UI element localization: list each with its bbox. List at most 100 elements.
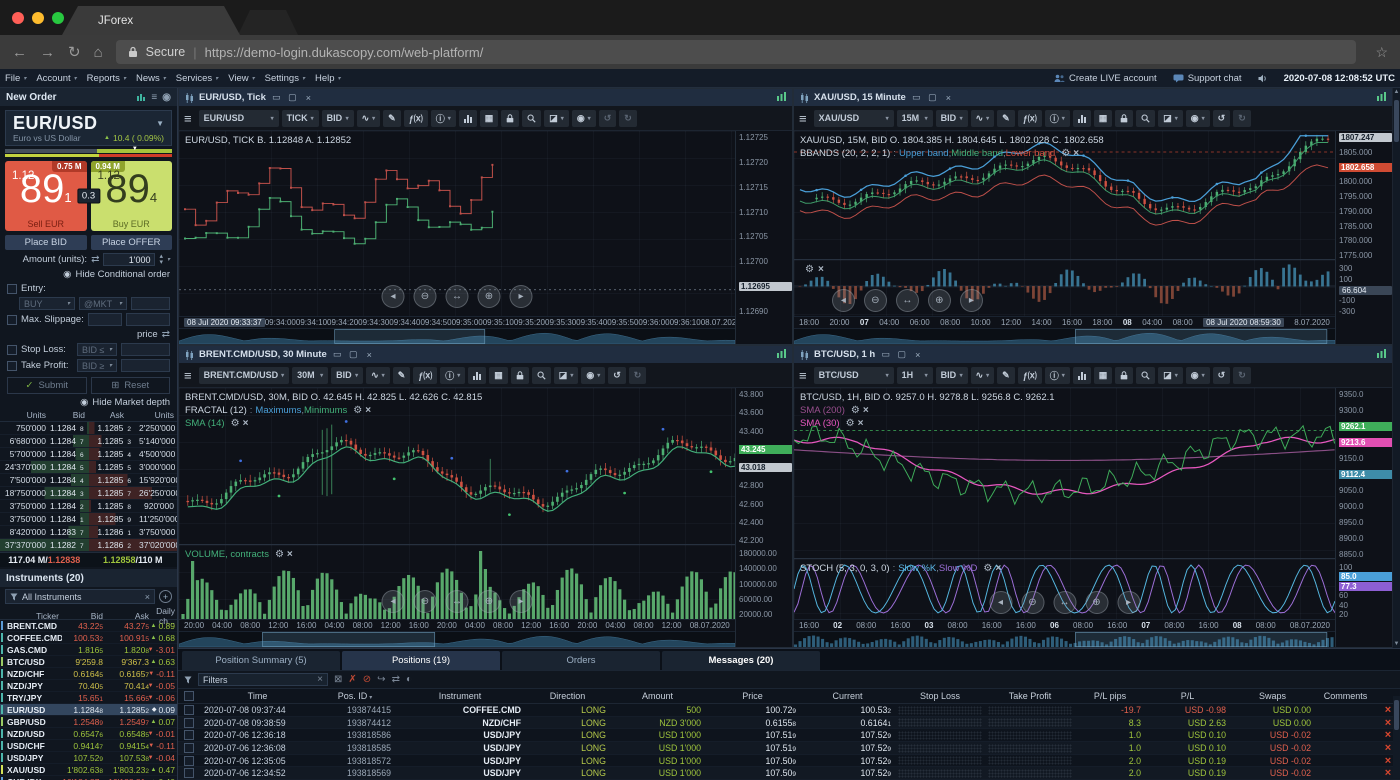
depth-row[interactable]: 3'750'0001.12841 1.1285911'250'000 (0, 513, 177, 526)
position-row[interactable]: 2020-07-06 12:36:18 193818586 USD/JPY LO… (178, 729, 1400, 742)
indicator-settings-icon[interactable]: ⚙ (846, 417, 855, 430)
bottom-panel-scrollbar[interactable] (1393, 696, 1400, 778)
swap-icon[interactable]: ⇄ (91, 254, 99, 265)
depth-row[interactable]: 6'680'0001.12847 1.128535'140'000 (0, 435, 177, 448)
volume-scale[interactable]: 180000.00140000.00100000.0060000.0020000… (736, 547, 792, 621)
close-icon[interactable]: × (943, 93, 954, 103)
redo-icon[interactable]: ↻ (619, 110, 637, 127)
lock-icon[interactable] (1115, 110, 1133, 127)
amount-dropdown-icon[interactable]: ▾ (167, 256, 170, 263)
menu-icon[interactable]: ≡ (184, 111, 192, 126)
panel-eye-icon[interactable]: ◉ (162, 92, 171, 103)
slippage-input-2[interactable] (126, 313, 170, 326)
background-tab[interactable] (238, 10, 298, 35)
minimize-icon[interactable]: ▭ (911, 92, 922, 103)
draw-icon[interactable]: ✎ (997, 367, 1015, 384)
close-icon[interactable]: × (912, 350, 923, 360)
address-bar[interactable]: Secure | https://demo-login.dukascopy.co… (116, 40, 1357, 64)
instrument-select[interactable]: BTC/USD▾ (814, 367, 894, 384)
side-select[interactable]: BID▾ (322, 110, 354, 127)
calendar-icon[interactable]: ▦ (489, 367, 508, 384)
place-offer-button[interactable]: Place OFFER (91, 235, 173, 250)
remove-indicator-icon[interactable]: × (863, 404, 869, 417)
undo-icon[interactable]: ↺ (1213, 110, 1231, 127)
instrument-row[interactable]: GBP/USD 1.25489 1.25497 0.07 (0, 716, 177, 728)
chart-titlebar[interactable]: EUR/USD, Tick ▭ ▢ × (179, 89, 792, 106)
slippage-checkbox[interactable] (7, 315, 17, 325)
indicators-icon[interactable] (468, 367, 486, 384)
buy-price-box[interactable]: 0.94 M 1.12 894 Buy EUR (91, 161, 173, 231)
menu-item[interactable]: Help▾ (315, 73, 341, 84)
instrument-row[interactable]: GAS.CMD 1.8165 1.8208 -3.01 (0, 644, 177, 656)
period-select[interactable]: TICK▾ (282, 110, 319, 127)
restore-icon[interactable]: ▢ (927, 92, 938, 103)
minimize-icon[interactable]: ▭ (271, 92, 282, 103)
info-icon[interactable]: ⓘ▾ (1045, 110, 1070, 127)
remove-indicator-icon[interactable]: × (287, 548, 293, 561)
fit-range-icon[interactable]: ↔ (446, 590, 469, 613)
zoom-out-icon[interactable]: ⊖ (414, 590, 437, 613)
eye-icon[interactable]: ◉▾ (1186, 110, 1210, 127)
indicator-settings-icon[interactable]: ⚙ (805, 264, 814, 275)
amount-input[interactable]: 1'000 (103, 253, 155, 266)
undo-icon[interactable]: ↺ (599, 110, 617, 127)
price-scale[interactable]: 9350.09300.09262.19213.69150.09112.49050… (1336, 388, 1392, 561)
filters-input[interactable]: Filters× (198, 673, 328, 686)
pan-left-icon[interactable]: ◂ (989, 591, 1012, 614)
brent-volume-pane[interactable]: VOLUME, contracts⚙× ◂⊖↔⊕▸ (179, 545, 735, 619)
indicator-settings-icon[interactable]: ⚙ (275, 548, 284, 561)
bottom-tab[interactable]: Messages (20) (662, 651, 820, 670)
indicators-icon[interactable] (459, 110, 477, 127)
zoom-icon[interactable] (532, 367, 551, 384)
take-profit-cell[interactable] (988, 706, 1072, 715)
side-select[interactable]: BID▾ (331, 367, 363, 384)
take-profit-cell[interactable] (988, 769, 1072, 778)
zoom-in-icon[interactable]: ⊕ (1085, 591, 1108, 614)
eye-icon[interactable]: ◉▾ (1186, 367, 1210, 384)
bottom-tab[interactable]: Position Summary (5) (182, 651, 340, 670)
instrument-row[interactable]: NZD/JPY 70.405 70.414 -0.05 (0, 680, 177, 692)
eye-icon[interactable]: ◉▾ (581, 367, 605, 384)
hook-icon[interactable]: ↪ (377, 674, 385, 685)
instrument-select[interactable]: XAU/USD▾ (814, 110, 894, 127)
select-all-checkbox[interactable] (184, 691, 194, 701)
clear-filters-icon[interactable]: × (317, 674, 323, 685)
sell-price-box[interactable]: 0.75 M 1.12 891 Sell EUR (5, 161, 87, 231)
indicator-settings-icon[interactable]: ⚙ (851, 404, 860, 417)
take-profit-condition-select[interactable]: BID ≥▾ (77, 359, 117, 372)
stop-loss-cell[interactable] (898, 718, 982, 727)
draw-icon[interactable]: ✎ (393, 367, 411, 384)
instrument-select[interactable]: BRENT.CMD/USD▾ (199, 367, 290, 384)
indicator-settings-icon[interactable]: ⚙ (983, 562, 992, 575)
chart-type-icon[interactable]: ∿▾ (971, 110, 995, 127)
zoom-in-icon[interactable]: ⊕ (928, 289, 951, 312)
forward-icon[interactable]: → (40, 44, 55, 61)
chart-titlebar[interactable]: BRENT.CMD/USD, 30 Minute ▭ ▢ × (179, 346, 792, 363)
calendar-icon[interactable]: ▦ (1094, 367, 1113, 384)
minimize-window-icon[interactable] (32, 12, 44, 24)
take-profit-cell[interactable] (988, 731, 1072, 740)
add-instrument-icon[interactable]: + (159, 590, 172, 603)
depth-row[interactable]: 24'370'0001.12845 1.128553'000'000 (0, 461, 177, 474)
oscillator-scale[interactable]: 30010066.604-100-300 (1336, 262, 1392, 318)
remove-indicator-icon[interactable]: × (243, 417, 249, 430)
menu-icon[interactable]: ≡ (799, 111, 807, 126)
price-scale[interactable]: 43.80043.60043.40043.24543.01842.80042.6… (736, 388, 792, 547)
indicator-settings-icon[interactable]: ⚙ (1061, 147, 1070, 160)
remove-indicator-icon[interactable]: × (1073, 147, 1079, 160)
restore-icon[interactable]: ▢ (896, 349, 907, 360)
indicators-icon[interactable] (1073, 110, 1091, 127)
fit-range-icon[interactable]: ↔ (1053, 591, 1076, 614)
close-icon[interactable]: × (364, 350, 375, 360)
stop-loss-condition-select[interactable]: BID ≤▾ (77, 343, 117, 356)
menu-item[interactable]: Account▾ (36, 73, 76, 84)
row-checkbox[interactable] (184, 730, 194, 740)
zoom-in-icon[interactable]: ⊕ (478, 590, 501, 613)
zoom-out-icon[interactable]: ⊖ (864, 289, 887, 312)
function-icon[interactable]: ƒ⒳ (1018, 110, 1042, 127)
bottom-tab[interactable]: Orders (502, 651, 660, 670)
xauusd-oscillator-pane[interactable]: ⚙× ◂⊖↔⊕▸ (794, 260, 1335, 316)
instrument-row[interactable]: USD/CHF 0.94147 0.94154 -0.11 (0, 740, 177, 752)
chart-titlebar[interactable]: BTC/USD, 1 h ▭ ▢ × (794, 346, 1392, 363)
entry-side-select[interactable]: BUY▾ (19, 297, 75, 310)
